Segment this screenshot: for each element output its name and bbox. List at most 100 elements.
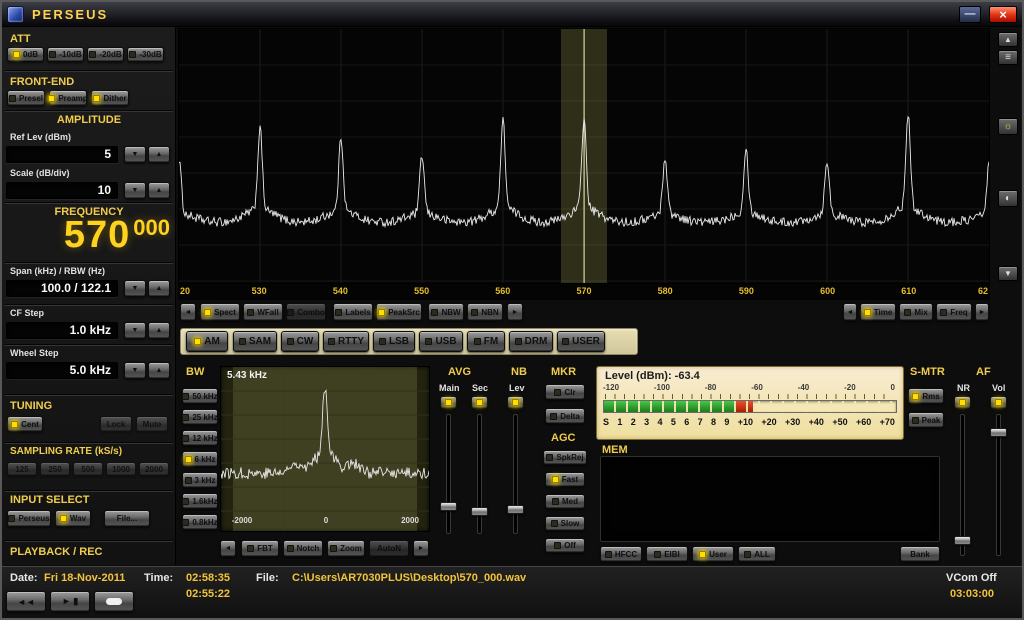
memory-list[interactable]	[600, 456, 940, 542]
close-button[interactable]: ×	[989, 5, 1017, 23]
smtr-peak-button[interactable]: Peak	[908, 412, 944, 428]
file-button[interactable]: File...	[104, 510, 150, 527]
peaksrc-button[interactable]: PeakSrc	[376, 303, 422, 321]
tuning-mute-button[interactable]: Mute	[136, 416, 168, 432]
mode-drm-button[interactable]: DRM	[509, 331, 553, 352]
wheel-down-button[interactable]: ▼	[124, 362, 146, 379]
combo-button[interactable]: Combo	[286, 303, 326, 321]
wfall-speed-right-button[interactable]: ►	[975, 303, 989, 321]
demod-filter-display[interactable]: 5.43 kHz -2000 0 2000	[220, 366, 430, 532]
mem-hfcc-button[interactable]: HFCC	[600, 546, 642, 562]
wfall-button[interactable]: WFall	[243, 303, 283, 321]
avg-main-slider-track[interactable]	[446, 414, 451, 534]
nb-level-slider-handle[interactable]	[507, 505, 524, 514]
time-button[interactable]: Time	[860, 303, 896, 321]
span-up-button[interactable]: ▲	[148, 280, 170, 297]
mem-bank-button[interactable]: Bank	[900, 546, 940, 562]
frequency-display[interactable]: 570 000	[6, 216, 170, 258]
spectrum-up-button[interactable]: ▲	[998, 32, 1018, 47]
bw-6khz-button[interactable]: 6 kHz	[182, 451, 218, 467]
reflev-down-button[interactable]: ▼	[124, 146, 146, 163]
rate-1000-button[interactable]: 1000	[106, 462, 136, 476]
bw-0-8khz-button[interactable]: 0.8kHz	[182, 514, 218, 530]
mode-am-button[interactable]: AM	[186, 331, 228, 352]
span-left-button[interactable]: ◄	[180, 303, 196, 321]
spectrum-down-button[interactable]: ▼	[998, 266, 1018, 281]
span-down-button[interactable]: ▼	[124, 280, 146, 297]
avg-main-button[interactable]	[440, 396, 457, 409]
mode-usb-button[interactable]: USB	[419, 331, 463, 352]
nb-button[interactable]	[507, 396, 524, 409]
presel-button[interactable]: Presel	[7, 90, 45, 106]
mode-user-button[interactable]: USER	[557, 331, 605, 352]
mem-user-button[interactable]: User	[692, 546, 734, 562]
cf-down-button[interactable]: ▼	[124, 322, 146, 339]
reflev-up-button[interactable]: ▲	[148, 146, 170, 163]
avg-sec-slider-handle[interactable]	[471, 507, 488, 516]
nb-level-slider-track[interactable]	[513, 414, 518, 534]
mem-all-button[interactable]: ALL	[738, 546, 776, 562]
rate-500-button[interactable]: 500	[73, 462, 103, 476]
wheel-step-value[interactable]: 5.0 kHz	[6, 362, 118, 379]
nbw-button[interactable]: NBW	[428, 303, 464, 321]
scale-value[interactable]: 10	[6, 182, 118, 199]
nr-slider-handle[interactable]	[954, 536, 971, 545]
span-rbw-value[interactable]: 100.0 / 122.1	[6, 280, 118, 297]
att-30db-button[interactable]: -30dB	[127, 47, 164, 62]
auton-button[interactable]: AutoN	[369, 540, 409, 557]
spect-button[interactable]: Spect	[200, 303, 240, 321]
labels-button[interactable]: Labels	[333, 303, 373, 321]
scale-up-button[interactable]: ▲	[148, 182, 170, 199]
mode-fm-button[interactable]: FM	[467, 331, 505, 352]
af-vol-button[interactable]	[990, 396, 1007, 409]
rate-125-button[interactable]: 125	[7, 462, 37, 476]
bw-3khz-button[interactable]: 3 kHz	[182, 472, 218, 488]
mode-rtty-button[interactable]: RTTY	[323, 331, 369, 352]
wheel-up-button[interactable]: ▲	[148, 362, 170, 379]
rate-2000-button[interactable]: 2000	[139, 462, 169, 476]
reflev-value[interactable]: 5	[6, 146, 118, 163]
filter-plot[interactable]	[220, 367, 430, 531]
tuning-lock-button[interactable]: Lock	[100, 416, 132, 432]
smtr-rms-button[interactable]: Rms	[908, 388, 944, 404]
wfall-speed-left-button[interactable]: ◄	[843, 303, 857, 321]
freq-button[interactable]: Freq	[936, 303, 972, 321]
filter-left-button[interactable]: ◄	[220, 540, 236, 557]
spectrum-plot[interactable]	[179, 29, 989, 283]
avg-main-slider-handle[interactable]	[440, 502, 457, 511]
contrast-button[interactable]: ◐	[998, 190, 1018, 207]
zoom-button[interactable]: Zoom	[327, 540, 365, 557]
brightness-button[interactable]: ☼	[998, 118, 1018, 135]
cf-up-button[interactable]: ▲	[148, 322, 170, 339]
bw-50khz-button[interactable]: 50 kHz	[182, 388, 218, 404]
bw-1-6khz-button[interactable]: 1.6kHz	[182, 493, 218, 509]
minimize-button[interactable]: —	[959, 5, 981, 23]
agc-off-button[interactable]: Off	[545, 538, 585, 553]
spectrum-menu-button[interactable]: ≡	[998, 50, 1018, 65]
mem-eibi-button[interactable]: EIBI	[646, 546, 688, 562]
filter-right-button[interactable]: ►	[413, 540, 429, 557]
mkr-clr-button[interactable]: Clr	[545, 384, 585, 400]
agc-slow-button[interactable]: Slow	[545, 516, 585, 531]
att-10db-button[interactable]: -10dB	[47, 47, 84, 62]
att-0db-button[interactable]: 0dB	[7, 47, 44, 62]
mode-lsb-button[interactable]: LSB	[373, 331, 415, 352]
preamp-button[interactable]: Preamp	[48, 90, 88, 106]
bw-25khz-button[interactable]: 25 kHz	[182, 409, 218, 425]
nbn-button[interactable]: NBN	[467, 303, 503, 321]
tuning-cent-button[interactable]: Cent	[7, 416, 43, 432]
dither-button[interactable]: Dither	[91, 90, 129, 106]
agc-f ast-button[interactable]: Fast	[545, 472, 585, 487]
agc-spkrej-button[interactable]: SpkRej	[543, 450, 587, 465]
span-right-button[interactable]: ►	[507, 303, 523, 321]
avg-sec-slider-track[interactable]	[477, 414, 482, 534]
nr-slider-track[interactable]	[960, 414, 965, 556]
af-nr-button[interactable]	[954, 396, 971, 409]
main-spectrum-display[interactable]	[178, 28, 990, 284]
bw-12khz-button[interactable]: 12 kHz	[182, 430, 218, 446]
rewind-button[interactable]: ◄◄	[6, 591, 46, 612]
att-20db-button[interactable]: -20dB	[87, 47, 124, 62]
cf-step-value[interactable]: 1.0 kHz	[6, 322, 118, 339]
input-perseus-button[interactable]: Perseus	[7, 510, 51, 527]
input-wav-button[interactable]: Wav	[55, 510, 91, 527]
